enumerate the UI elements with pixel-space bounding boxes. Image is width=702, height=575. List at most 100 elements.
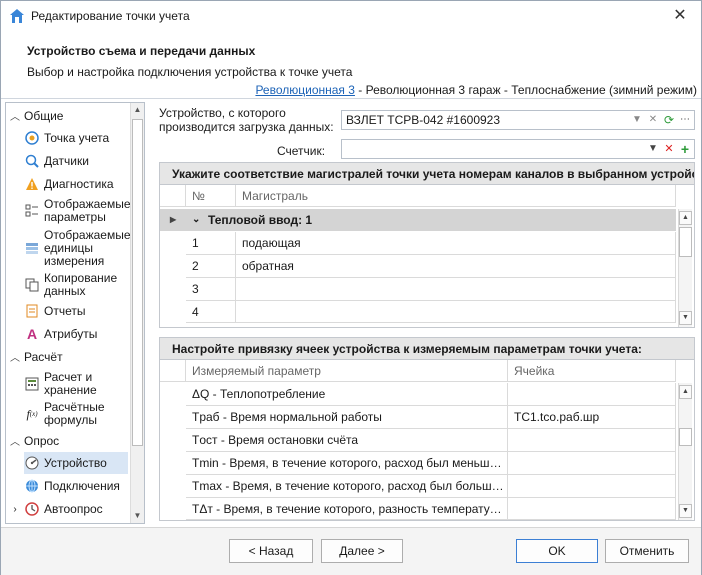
chevron-up-icon: ︿ (10, 353, 20, 364)
counter-select[interactable]: ▼ ✕ + (341, 139, 695, 159)
param-row-6-cell[interactable] (508, 498, 676, 520)
clear-icon[interactable]: ✕ (647, 112, 659, 128)
clock-icon (24, 501, 40, 517)
col-header-main[interactable]: Магистраль (236, 185, 676, 207)
sidebar-group-poll[interactable]: ︿ Опрос (10, 433, 59, 449)
param-row-4-name[interactable]: Tmin - Время, в течение которого, расход… (186, 452, 508, 475)
param-row-6-name[interactable]: TΔт - Время, в течение которого, разност… (186, 498, 508, 520)
device-label: Устройство, с которого производится загр… (159, 106, 334, 134)
col-header-number[interactable]: № (186, 185, 236, 207)
units-icon (24, 240, 40, 256)
attribute-icon: A (26, 325, 38, 342)
sidebar-item-sensors[interactable]: Датчики (24, 152, 128, 170)
mains-row-3-name[interactable] (236, 278, 676, 301)
sidebar-item-label: Точка учета (44, 130, 110, 145)
sidebar-group-label: Расчёт (24, 349, 63, 364)
scroll-up-icon[interactable]: ▲ (131, 103, 144, 117)
scroll-down-icon[interactable]: ▼ (679, 311, 692, 325)
sidebar-scrollbar[interactable]: ▲ ▼ (130, 103, 144, 523)
breadcrumb-link[interactable]: Революционная 3 (255, 83, 355, 97)
chevron-up-icon: ︿ (10, 437, 20, 448)
mains-scroll-thumb[interactable] (679, 227, 692, 257)
sidebar-item-reports[interactable]: Отчеты (24, 302, 128, 320)
mains-row-2-name[interactable]: обратная (236, 255, 676, 278)
sidebar-item-copy-data[interactable]: Копирование данных (24, 271, 128, 299)
sidebar-item-device[interactable]: Устройство (24, 452, 128, 474)
param-row-4-cell[interactable] (508, 452, 676, 475)
dropdown-icon[interactable]: ▼ (647, 141, 659, 157)
sidebar-item-calc-storage[interactable]: Расчет и хранение (24, 370, 128, 398)
close-button[interactable]: ✕ (671, 7, 689, 25)
sidebar-item-metering-point[interactable]: Точка учета (24, 129, 128, 147)
mains-row-3-number[interactable]: 3 (186, 278, 236, 301)
mains-grid: Укажите соответствие магистралей точки у… (159, 162, 695, 328)
row-pointer-icon: ▶ (170, 215, 177, 224)
row-indicator-header (160, 185, 186, 207)
param-row-3-cell[interactable] (508, 429, 676, 452)
mains-row-4-number[interactable]: 4 (186, 301, 236, 323)
sidebar-group-general[interactable]: ︿ Общие (10, 108, 64, 124)
scroll-up-icon[interactable]: ▲ (679, 385, 692, 399)
sidebar-scroll-thumb[interactable] (132, 119, 143, 446)
header-divider (1, 98, 701, 99)
sensor-icon (24, 153, 40, 169)
delete-icon[interactable]: ✕ (663, 141, 675, 157)
mains-row-4-name[interactable] (236, 301, 676, 323)
sidebar-item-label: Устройство (44, 455, 107, 470)
sidebar: ︿ Общие Точка учета Датчики Диагностика … (5, 102, 145, 524)
device-field-buttons: ▼ ✕ ⟳ ⋯ (631, 112, 691, 128)
add-icon[interactable]: + (679, 141, 691, 157)
sidebar-item-attributes[interactable]: A Атрибуты (24, 325, 128, 343)
mains-grid-scrollbar[interactable]: ▲ ▼ (678, 209, 692, 327)
sidebar-item-label: Подключения (44, 478, 120, 493)
copy-icon (24, 277, 40, 293)
param-row-5-cell[interactable] (508, 475, 676, 498)
mains-row-1-number[interactable]: 1 (186, 232, 236, 255)
param-row-2-name[interactable]: Tраб - Время нормальной работы (186, 406, 508, 429)
sidebar-group-label: Общие (24, 108, 64, 123)
sidebar-item-connections[interactable]: Подключения (24, 477, 128, 495)
sidebar-item-display-params[interactable]: Отображаемые параметры (24, 197, 131, 225)
more-icon[interactable]: ⋯ (679, 112, 691, 128)
ok-button[interactable]: OK (516, 539, 598, 563)
dropdown-icon[interactable]: ▼ (631, 112, 643, 128)
refresh-icon[interactable]: ⟳ (663, 112, 675, 128)
device-select[interactable]: ВЗЛЕТ ТСРВ-042 #1600923 ▼ ✕ ⟳ ⋯ (341, 110, 695, 130)
sidebar-item-autopoll[interactable]: › Автоопрос (10, 500, 128, 518)
row-indicator-header (160, 360, 186, 382)
scroll-up-icon[interactable]: ▲ (679, 211, 692, 225)
scroll-down-icon[interactable]: ▼ (679, 504, 692, 518)
mains-row-1-name[interactable]: подающая (236, 232, 676, 255)
back-button[interactable]: < Назад (229, 539, 313, 563)
params-grid-caption: Настройте привязку ячеек устройства к из… (160, 338, 694, 360)
chevron-right-icon: › (13, 503, 17, 515)
chevron-down-icon[interactable]: ⌄ (192, 209, 200, 231)
sidebar-item-label: Диагностика (44, 176, 114, 191)
sidebar-item-label: Расчётные формулы (44, 400, 105, 427)
param-row-5-name[interactable]: Tmax - Время, в течение которого, расход… (186, 475, 508, 498)
mains-row-2-number[interactable]: 2 (186, 255, 236, 278)
params-grid-scrollbar[interactable]: ▲ ▼ (678, 383, 692, 520)
page-subtitle: Выбор и настройка подключения устройства… (27, 65, 353, 79)
param-row-1-cell[interactable] (508, 383, 676, 406)
group-row[interactable]: ▶ ⌄ Тепловой ввод: 1 (160, 209, 676, 231)
col-header-param[interactable]: Измеряемый параметр (186, 360, 508, 382)
param-row-2-cell[interactable]: TC1.tco.раб.шр (508, 406, 676, 429)
calc-icon (24, 376, 40, 392)
scroll-down-icon[interactable]: ▼ (131, 509, 144, 523)
target-icon (24, 130, 40, 146)
param-row-3-name[interactable]: Tост - Время остановки счёта (186, 429, 508, 452)
sidebar-item-diagnostics[interactable]: Диагностика (24, 175, 128, 193)
sidebar-item-label: Автоопрос (44, 501, 103, 516)
sidebar-group-calc[interactable]: ︿ Расчёт (10, 349, 63, 365)
params-scroll-thumb[interactable] (679, 428, 692, 446)
param-row-1-name[interactable]: ΔQ - Теплопотребление (186, 383, 508, 406)
dialog-window: Редактирование точки учета ✕ Устройство … (0, 0, 702, 575)
col-header-cell[interactable]: Ячейка (508, 360, 676, 382)
next-button[interactable]: Далее > (321, 539, 403, 563)
sidebar-item-formulas[interactable]: f (x) Расчётные формулы (24, 400, 128, 428)
sidebar-item-display-units[interactable]: Отображаемые единицы измерения (24, 227, 131, 269)
sidebar-item-label: Атрибуты (44, 326, 98, 341)
cancel-button[interactable]: Отменить (605, 539, 689, 563)
sidebar-item-label: Расчет и хранение (44, 370, 97, 397)
